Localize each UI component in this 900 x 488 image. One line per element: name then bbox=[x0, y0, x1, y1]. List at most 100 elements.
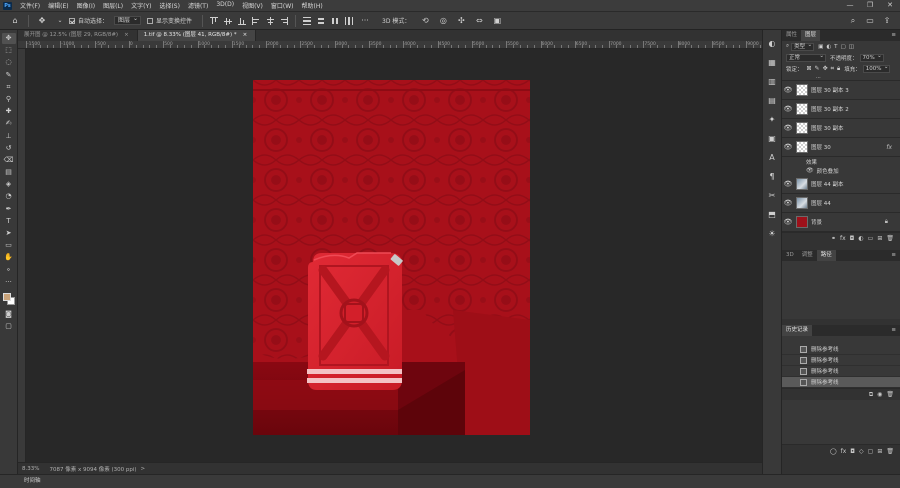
timeline-panel[interactable]: 时间轴 bbox=[0, 474, 900, 488]
panel-icon-trash[interactable]: 🗑︎ bbox=[886, 448, 894, 455]
menu-item[interactable]: 帮助(H) bbox=[298, 1, 327, 10]
effect-item-row[interactable]: 👁︎ 颜色叠加 bbox=[782, 166, 900, 175]
align-horizontal-center-icon[interactable] bbox=[266, 16, 275, 25]
hand-tool-icon[interactable]: ✋ bbox=[2, 252, 16, 263]
align-right-icon[interactable] bbox=[280, 16, 289, 25]
3d-orbit-icon[interactable]: ⟲ bbox=[420, 16, 430, 26]
healing-brush-icon[interactable]: ✚ bbox=[2, 106, 16, 117]
workspace-icon[interactable]: ▭ bbox=[865, 16, 875, 26]
align-bottom-icon[interactable] bbox=[238, 17, 247, 25]
color-panel-icon[interactable]: ◐ bbox=[767, 38, 778, 49]
screen-mode-icon[interactable]: ▢ bbox=[2, 321, 16, 332]
align-left-icon[interactable] bbox=[252, 16, 260, 25]
panel-icon-new[interactable]: ⊞ bbox=[877, 448, 882, 455]
layer-row-background[interactable]: 👁︎ 背景 🔒︎ bbox=[782, 213, 900, 232]
layer-row-partial[interactable]: ... bbox=[782, 74, 900, 81]
marquee-tool-icon[interactable]: ⬚ bbox=[2, 45, 16, 56]
effects-row[interactable]: 效果 bbox=[782, 157, 900, 166]
panel-menu-icon[interactable]: ≡ bbox=[891, 250, 900, 261]
eyedropper-tool-icon[interactable]: ⚲ bbox=[2, 94, 16, 105]
add-mask-icon[interactable]: ◘ bbox=[850, 235, 855, 242]
menu-item[interactable]: 编辑(E) bbox=[44, 1, 72, 10]
visibility-eye-icon[interactable]: 👁︎ bbox=[806, 167, 814, 174]
rectangle-tool-icon[interactable]: ▭ bbox=[2, 240, 16, 251]
document-canvas[interactable] bbox=[253, 80, 530, 435]
stamp-tool-icon[interactable]: ⊥ bbox=[2, 131, 16, 142]
layer-row[interactable]: 👁︎ 图层 30 副本 bbox=[782, 119, 900, 138]
minimize-icon[interactable]: — bbox=[840, 0, 860, 11]
adjustment-layer-icon[interactable]: ◐ bbox=[858, 235, 863, 242]
layer-row[interactable]: 👁︎ 图层 44 bbox=[782, 194, 900, 213]
zoom-level[interactable]: 8.33% bbox=[22, 466, 39, 472]
learn-panel-icon[interactable]: ✦ bbox=[767, 114, 778, 125]
lock-position-icon[interactable]: ✥ bbox=[823, 65, 828, 73]
panel-icon-circle[interactable]: ◯ bbox=[830, 448, 837, 455]
visibility-eye-icon[interactable]: 👁︎ bbox=[782, 199, 794, 207]
layer-row[interactable]: 👁︎ 图层 30 副本 3 bbox=[782, 81, 900, 100]
visibility-eye-icon[interactable]: 👁︎ bbox=[782, 180, 794, 188]
panel-menu-icon[interactable]: ≡ bbox=[891, 325, 900, 336]
type-tool-icon[interactable]: T bbox=[2, 216, 16, 227]
tab-document-1[interactable]: 展开图 @ 12.5% (图层 29, RGB/8#) × bbox=[18, 30, 138, 41]
tab-layers[interactable]: 图层 bbox=[801, 30, 821, 41]
3d-pan-icon[interactable]: ✣ bbox=[456, 16, 466, 26]
new-document-from-state-icon[interactable]: ⧉ bbox=[869, 391, 873, 399]
tool-preset-dropdown-icon[interactable]: ⌄ bbox=[55, 16, 65, 26]
close-tab-icon[interactable]: × bbox=[243, 32, 248, 38]
menu-item[interactable]: 图像(I) bbox=[73, 1, 99, 10]
search-icon[interactable]: ⌕ bbox=[848, 16, 858, 26]
auto-select-target-select[interactable]: 图层 bbox=[114, 15, 142, 25]
lock-image-icon[interactable]: ✎ bbox=[815, 65, 820, 73]
swatches-panel-icon[interactable]: ▦ bbox=[767, 57, 778, 68]
add-style-icon[interactable]: fx bbox=[840, 235, 846, 242]
menu-item[interactable]: 3D(D) bbox=[212, 1, 238, 10]
menu-item[interactable]: 窗口(W) bbox=[267, 1, 298, 10]
tab-3d[interactable]: 3D bbox=[782, 250, 798, 261]
layer-effects-icon[interactable]: fx bbox=[886, 144, 892, 151]
quick-mask-icon[interactable]: ◙ bbox=[2, 309, 16, 320]
opacity-input[interactable]: 70% bbox=[859, 53, 884, 62]
align-vertical-center-icon[interactable] bbox=[224, 17, 233, 25]
tab-paths[interactable]: 路径 bbox=[816, 250, 836, 261]
more-options-icon[interactable]: ··· bbox=[360, 16, 370, 26]
blend-mode-select[interactable]: 正常 bbox=[786, 53, 826, 62]
libraries-panel-icon[interactable]: ▣ bbox=[767, 133, 778, 144]
panel-menu-icon[interactable]: ≡ bbox=[891, 30, 900, 41]
paragraph-panel-icon[interactable]: ¶ bbox=[767, 171, 778, 182]
lock-all-icon[interactable]: 🔒︎ bbox=[837, 65, 840, 73]
status-expand-arrow[interactable]: > bbox=[141, 466, 146, 472]
path-select-tool-icon[interactable]: ➤ bbox=[2, 228, 16, 239]
lasso-tool-icon[interactable]: ◌ bbox=[2, 57, 16, 68]
eraser-tool-icon[interactable]: ⌫ bbox=[2, 155, 16, 166]
blur-tool-icon[interactable]: ◈ bbox=[2, 179, 16, 190]
brush-tool-icon[interactable]: ✍ bbox=[2, 118, 16, 129]
dodge-tool-icon[interactable]: ◔ bbox=[2, 191, 16, 202]
filter-pixel-icon[interactable]: ▣ bbox=[818, 44, 823, 50]
move-tool-icon[interactable]: ✥ bbox=[37, 16, 47, 26]
distribute-bottom-icon[interactable] bbox=[331, 17, 339, 25]
navigator-panel-icon[interactable]: ⬒ bbox=[767, 209, 778, 220]
lightbulb-icon[interactable]: ☀ bbox=[767, 228, 778, 239]
more-tools-icon[interactable]: ··· bbox=[2, 277, 16, 288]
zoom-tool-icon[interactable]: ⚬ bbox=[2, 265, 16, 276]
lock-transparent-icon[interactable]: ⊠ bbox=[807, 65, 812, 73]
menu-item[interactable]: 滤镜(T) bbox=[184, 1, 212, 10]
3d-scale-icon[interactable]: ▣ bbox=[492, 16, 502, 26]
history-item[interactable]: 删除参考线 bbox=[782, 344, 900, 355]
history-item[interactable]: 删除参考线 bbox=[782, 366, 900, 377]
menu-item[interactable]: 图层(L) bbox=[99, 1, 127, 10]
auto-select-checkbox[interactable]: 自动选择： bbox=[69, 16, 108, 25]
panel-icon-diamond[interactable]: ◇ bbox=[859, 448, 864, 455]
distribute-horizontal-icon[interactable] bbox=[345, 16, 354, 25]
history-item[interactable]: 删除参考线 bbox=[782, 355, 900, 366]
link-layers-icon[interactable]: ⚭ bbox=[831, 235, 836, 242]
filter-shape-icon[interactable]: ▢ bbox=[841, 44, 846, 50]
visibility-eye-icon[interactable]: 👁︎ bbox=[782, 105, 794, 113]
menu-item[interactable]: 文字(Y) bbox=[127, 1, 155, 10]
panel-icon-fx[interactable]: fx bbox=[841, 448, 847, 455]
gradient-tool-icon[interactable]: ▤ bbox=[2, 167, 16, 178]
lock-artboard-icon[interactable]: ⌗ bbox=[831, 65, 834, 73]
maximize-icon[interactable]: ❐ bbox=[860, 0, 880, 11]
3d-roll-icon[interactable]: ◎ bbox=[438, 16, 448, 26]
new-group-icon[interactable]: ▭ bbox=[868, 235, 874, 242]
